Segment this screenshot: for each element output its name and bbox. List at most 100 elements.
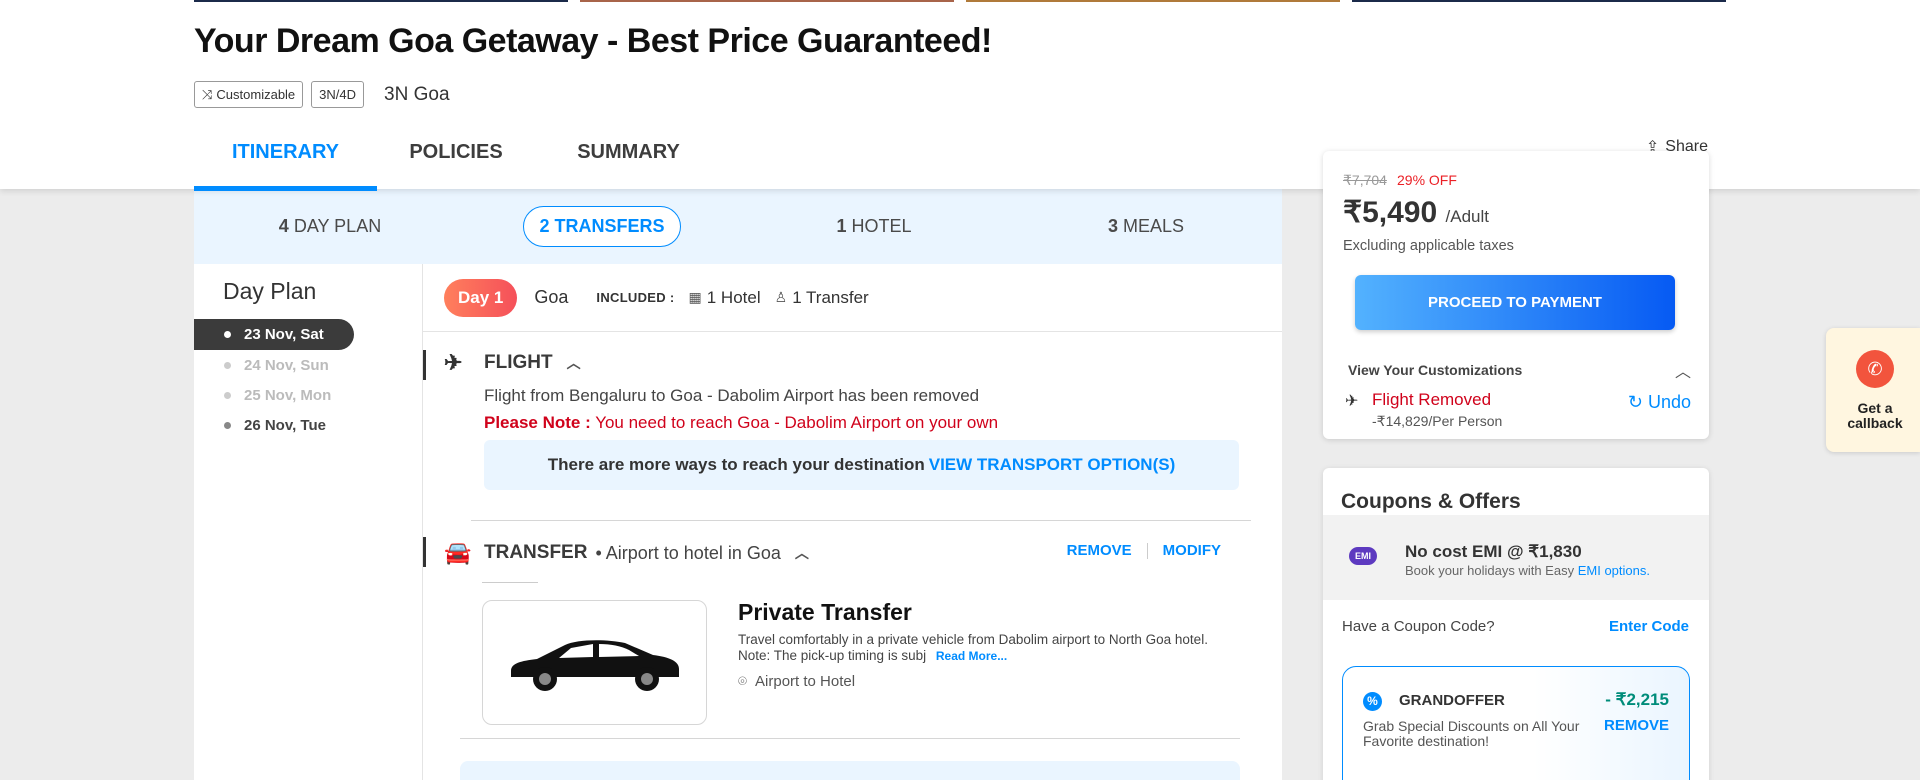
included-hotel-label: 1 Hotel [706, 287, 761, 307]
undo-button[interactable]: ↻ Undo [1628, 392, 1691, 413]
coupon-description: Grab Special Discounts on All Your Favor… [1363, 718, 1580, 749]
flight-note: Please Note : You need to reach Goa - Da… [484, 413, 998, 433]
day-item-3[interactable]: 25 Nov, Mon [194, 380, 354, 411]
destination-label: 3N Goa [384, 83, 450, 105]
day-plan-label: DAY PLAN [293, 216, 382, 236]
summary-hotel[interactable]: 1 HOTEL [738, 216, 1010, 237]
customizable-tag: ⤨ Customizable [194, 81, 304, 108]
transfers-count: 2 [539, 216, 550, 236]
transfer-marker [423, 537, 426, 567]
transport-options-banner: There are more ways to reach your destin… [484, 440, 1239, 490]
summary-day-plan[interactable]: 4 DAY PLAN [194, 216, 466, 237]
itinerary-panel: 4 DAY PLAN 2 TRANSFERS 1 HOTEL 3 MEALS D… [194, 189, 1282, 780]
discount-label: 29% OFF [1397, 172, 1457, 188]
transfer-description: Travel comfortably in a private vehicle … [738, 632, 1238, 664]
included-transfer-label: 1 Transfer [792, 287, 869, 307]
flight-header[interactable]: ✈ FLIGHT ︿ [444, 350, 581, 376]
transfer-sub-label: Airport to hotel in Goa [605, 542, 781, 563]
day-badge: Day 1 [444, 278, 518, 317]
included-transfer: ♙ 1 Transfer [775, 288, 869, 308]
undo-icon: ↻ [1627, 392, 1643, 412]
flight-marker [423, 350, 426, 380]
transport-text: There are more ways to reach your destin… [547, 455, 925, 474]
sedan-icon [511, 639, 679, 691]
transfer-header[interactable]: 🚘 TRANSFER • Airport to hotel in Goa ︿ [444, 540, 809, 566]
callback-widget[interactable]: ✆ Get a callback [1826, 328, 1920, 452]
tab-itinerary[interactable]: ITINERARY [194, 128, 377, 191]
tax-note: Excluding applicable taxes [1343, 238, 1514, 254]
hotel-count: 1 [836, 216, 847, 236]
transfers-pill[interactable]: 2 TRANSFERS [523, 206, 681, 247]
final-price: ₹5,490 /Adult [1343, 195, 1489, 230]
transfer-location: ⌾ Airport to Hotel [738, 673, 855, 690]
emi-badge: EMI [1349, 547, 1378, 565]
location-pin-icon: ⌾ [738, 673, 748, 690]
coupon-code: GRANDOFFER [1399, 692, 1505, 709]
airplane-icon: ✈ [444, 350, 463, 375]
remove-transfer-button[interactable]: REMOVE [1067, 542, 1132, 559]
car-image [482, 600, 707, 725]
transfer-sub: • Airport to hotel in Goa [595, 542, 781, 563]
price-value: ₹5,490 [1343, 196, 1438, 229]
customizations-toggle[interactable]: View Your Customizations [1348, 362, 1522, 378]
coupon-amount: - ₹2,215 [1605, 690, 1669, 709]
flight-removed-text: Flight from Bengaluru to Goa - Dabolim A… [484, 386, 980, 405]
transfer-location-label: Airport to Hotel [755, 673, 856, 690]
transfer-title: Private Transfer [738, 599, 912, 625]
tab-summary[interactable]: SUMMARY [535, 128, 722, 189]
emi-title: No cost EMI @ ₹1,830 [1405, 542, 1582, 561]
emi-subtitle: Book your holidays with Easy EMI options… [1405, 563, 1650, 578]
day-item-1[interactable]: 23 Nov, Sat [194, 319, 354, 350]
included-hotel: ▦ 1 Hotel [689, 288, 761, 308]
price-per: /Adult [1445, 207, 1489, 226]
emi-options-link[interactable]: EMI options. [1578, 563, 1650, 578]
transfer-actions: REMOVE MODIFY [1067, 542, 1221, 559]
day-city: Goa [534, 287, 569, 307]
undo-label: Undo [1647, 392, 1691, 412]
tab-policies[interactable]: POLICIES [377, 128, 535, 189]
main-tabs: ITINERARY POLICIES SUMMARY [194, 128, 722, 191]
actions-separator [1146, 542, 1148, 559]
day-item-2[interactable]: 24 Nov, Sun [194, 350, 354, 381]
emi-sub-text: Book your holidays with Easy [1405, 563, 1575, 578]
transfer-heading: TRANSFER [484, 542, 588, 563]
day-content: Day 1 Goa INCLUDED : ▦ 1 Hotel ♙ 1 Trans… [423, 264, 1282, 780]
proceed-to-payment-button[interactable]: PROCEED TO PAYMENT [1355, 275, 1675, 330]
day-header: Day 1 Goa INCLUDED : ▦ 1 Hotel ♙ 1 Trans… [423, 264, 1282, 332]
included-label: INCLUDED : [596, 290, 675, 305]
coupons-card: Coupons & Offers EMI No cost EMI @ ₹1,83… [1323, 468, 1709, 780]
note-label: Please Note : [484, 413, 591, 432]
day-plan-title: Day Plan [223, 278, 317, 304]
flight-removed-price: -₹14,829/Per Person [1372, 413, 1503, 429]
flight-heading: FLIGHT [484, 352, 553, 373]
transfers-label: TRANSFERS [554, 216, 665, 236]
summary-transfers[interactable]: 2 TRANSFERS [466, 206, 738, 247]
summary-meals[interactable]: 3 MEALS [1010, 216, 1282, 237]
coupon-code-label: Have a Coupon Code? [1342, 618, 1495, 635]
meals-label: MEALS [1123, 216, 1185, 236]
section-divider [460, 738, 1240, 739]
coupons-title: Coupons & Offers [1341, 490, 1521, 513]
next-section-card [460, 761, 1240, 780]
transfer-underline [482, 582, 538, 583]
enter-code-button[interactable]: Enter Code [1609, 618, 1689, 635]
emi-offer: EMI No cost EMI @ ₹1,830 Book your holid… [1323, 515, 1709, 600]
phone-icon: ✆ [1856, 350, 1894, 388]
view-transport-link[interactable]: VIEW TRANSPORT OPTION(S) [929, 455, 1176, 475]
section-divider [471, 520, 1251, 521]
chevron-up-icon[interactable]: ︿ [567, 353, 581, 373]
remove-coupon-button[interactable]: REMOVE [1604, 717, 1669, 734]
itinerary-summary-bar: 4 DAY PLAN 2 TRANSFERS 1 HOTEL 3 MEALS [194, 189, 1282, 264]
original-price: ₹7,704 [1343, 172, 1387, 188]
flight-removed-title: Flight Removed [1372, 390, 1492, 409]
hero-image-strip [194, 0, 1726, 2]
day-item-4[interactable]: 26 Nov, Tue [194, 410, 354, 441]
person-icon: ♙ [774, 289, 788, 305]
duration-tag: 3N/4D [311, 81, 365, 108]
package-tags: ⤨ Customizable 3N/4D 3N Goa [194, 81, 450, 108]
building-icon: ▦ [688, 289, 702, 305]
modify-transfer-button[interactable]: MODIFY [1163, 542, 1221, 559]
chevron-up-icon[interactable]: ︿ [795, 543, 809, 563]
chevron-up-icon[interactable]: ︿ [1675, 358, 1691, 382]
read-more-link[interactable]: Read More... [936, 649, 1007, 663]
